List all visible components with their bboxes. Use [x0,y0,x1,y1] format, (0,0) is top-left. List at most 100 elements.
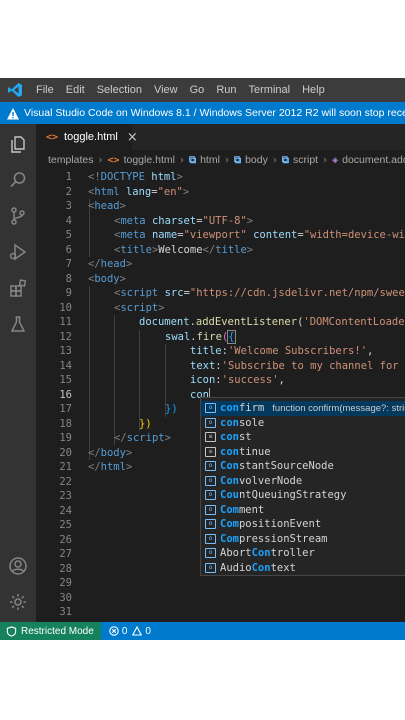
chevron-right-icon: › [98,154,103,166]
line-number: 29 [59,577,72,589]
suggestion-item[interactable]: o AudioContext [201,561,405,576]
code-line-1: <!DOCTYPE html> [88,171,183,183]
extensions-icon[interactable] [6,276,30,300]
code-line-21: </html> [88,461,133,473]
menu-selection[interactable]: Selection [91,78,148,102]
method-icon: o [205,403,216,414]
code-line-20: </body> [88,446,133,459]
suggestion-item[interactable]: o ConstantSourceNode [201,459,405,474]
menu-file[interactable]: File [30,78,60,102]
settings-gear-icon[interactable] [6,590,30,614]
breadcrumb-function[interactable]: document.addEventListener [342,154,405,166]
editor-tab-bar: <> toggle.html × [36,124,405,150]
tab-toggle-html[interactable]: <> toggle.html × [36,124,138,150]
variable-icon: o [205,533,216,544]
code-line-14: text:'Subscribe to my channel for more', [190,359,405,372]
code-line-7: </head> [88,258,133,270]
line-number: 13 [59,345,72,357]
line-number: 17 [59,403,72,415]
error-count: 0 [121,625,128,637]
variable-icon: o [205,475,216,486]
suggestion-label: continue [220,445,271,458]
suggestion-label: AudioContext [220,561,296,574]
line-number: 31 [59,606,72,618]
suggestion-item[interactable]: o CompressionStream [201,532,405,547]
code-line-9: <script src="https://cdn.jsdelivr.net/np… [114,287,405,299]
search-icon[interactable] [6,168,30,192]
breadcrumb-templates[interactable]: templates [48,154,94,166]
code-line-18: }) [139,417,152,430]
suggestion-item[interactable]: o confirm function confirm(message?: strin… [201,401,405,416]
line-number: 9 [65,287,72,299]
line-number: 14 [59,359,72,372]
code-line-11: document.addEventListener('DOMContentLoa… [139,316,405,328]
source-control-icon[interactable] [6,204,30,228]
chevron-right-icon: › [224,154,229,166]
chevron-right-icon: › [323,154,328,166]
run-debug-icon[interactable] [6,240,30,264]
explorer-files-icon[interactable] [6,132,30,156]
line-number: 6 [65,243,72,256]
suggestion-item[interactable]: ≡ const [201,430,405,445]
symbol-method-icon: ◈ [332,154,339,166]
autocomplete-suggestions[interactable]: o confirm function confirm(message?: strin… [200,397,405,576]
breadcrumb: templates › <> toggle.html › ⧉ html › ⧉ … [36,150,405,170]
code-line-3: <head> [88,200,126,212]
menu-go[interactable]: Go [184,78,211,102]
breadcrumb-html[interactable]: html [200,154,220,166]
suggestion-item[interactable]: ≡ continue [201,445,405,460]
line-number: 19 [59,432,72,444]
variable-icon: o [205,562,216,573]
menu-run[interactable]: Run [210,78,242,102]
line-number: 2 [65,185,72,198]
line-number: 3 [65,200,72,212]
code-line-13: title:'Welcome Subscribers!', [190,345,374,357]
code-line-6: <title>Welcome</title> [114,243,254,256]
close-icon[interactable]: × [127,130,138,145]
code-line-4: <meta charset="UTF-8"> [114,214,254,227]
line-number: 16 [59,388,72,401]
variable-icon: o [205,519,216,530]
line-number: 21 [59,461,72,473]
account-icon[interactable] [6,554,30,578]
menu-edit[interactable]: Edit [60,78,91,102]
suggestion-label: console [220,416,265,429]
suggestion-item[interactable]: o Comment [201,503,405,518]
variable-icon: o [205,417,216,428]
line-number: 23 [59,490,72,502]
suggestion-label: CompressionStream [220,532,328,545]
suggestion-item[interactable]: o console [201,416,405,431]
line-number: 28 [59,562,72,575]
suggestion-item[interactable]: o ConvolverNode [201,474,405,489]
line-number: 20 [59,446,72,459]
line-number: 1 [65,171,72,183]
line-number-gutter: 1 2 3 4 5 6 7 8 9 10 11 12 13 14 15 16 17 18 19 20 21 22 23 24 2… [36,170,72,622]
html-file-icon: <> [46,131,59,143]
suggestion-item[interactable]: o AbortController [201,546,405,561]
menu-terminal[interactable]: Terminal [243,78,297,102]
suggestion-item[interactable]: o CountQueuingStrategy [201,488,405,503]
line-number: 25 [59,519,72,531]
problems-indicator[interactable]: 0 0 [109,626,156,637]
variable-icon: o [205,490,216,501]
breadcrumb-file[interactable]: toggle.html [124,154,175,166]
breadcrumb-body[interactable]: body [245,154,268,166]
menu-help[interactable]: Help [296,78,331,102]
vscode-logo-icon [0,78,30,102]
testing-flask-icon[interactable] [6,312,30,336]
warning-icon [6,106,20,120]
update-warning-banner[interactable]: Visual Studio Code on Windows 8.1 / Wind… [0,102,405,124]
menu-view[interactable]: View [148,78,184,102]
menu-bar: File Edit Selection View Go Run Terminal… [0,78,405,102]
chevron-right-icon: › [179,154,184,166]
tab-label: toggle.html [64,131,118,143]
breadcrumb-script[interactable]: script [293,154,318,166]
html-file-icon: <> [107,154,120,166]
code-line-2: <html lang="en"> [88,185,190,198]
line-number: 26 [59,533,72,546]
chevron-right-icon: › [272,154,277,166]
symbol-element-icon: ⧉ [281,154,289,166]
suggestion-item[interactable]: o CompositionEvent [201,517,405,532]
warning-icon [132,626,143,636]
restricted-mode-indicator[interactable]: Restricted Mode [0,622,101,640]
